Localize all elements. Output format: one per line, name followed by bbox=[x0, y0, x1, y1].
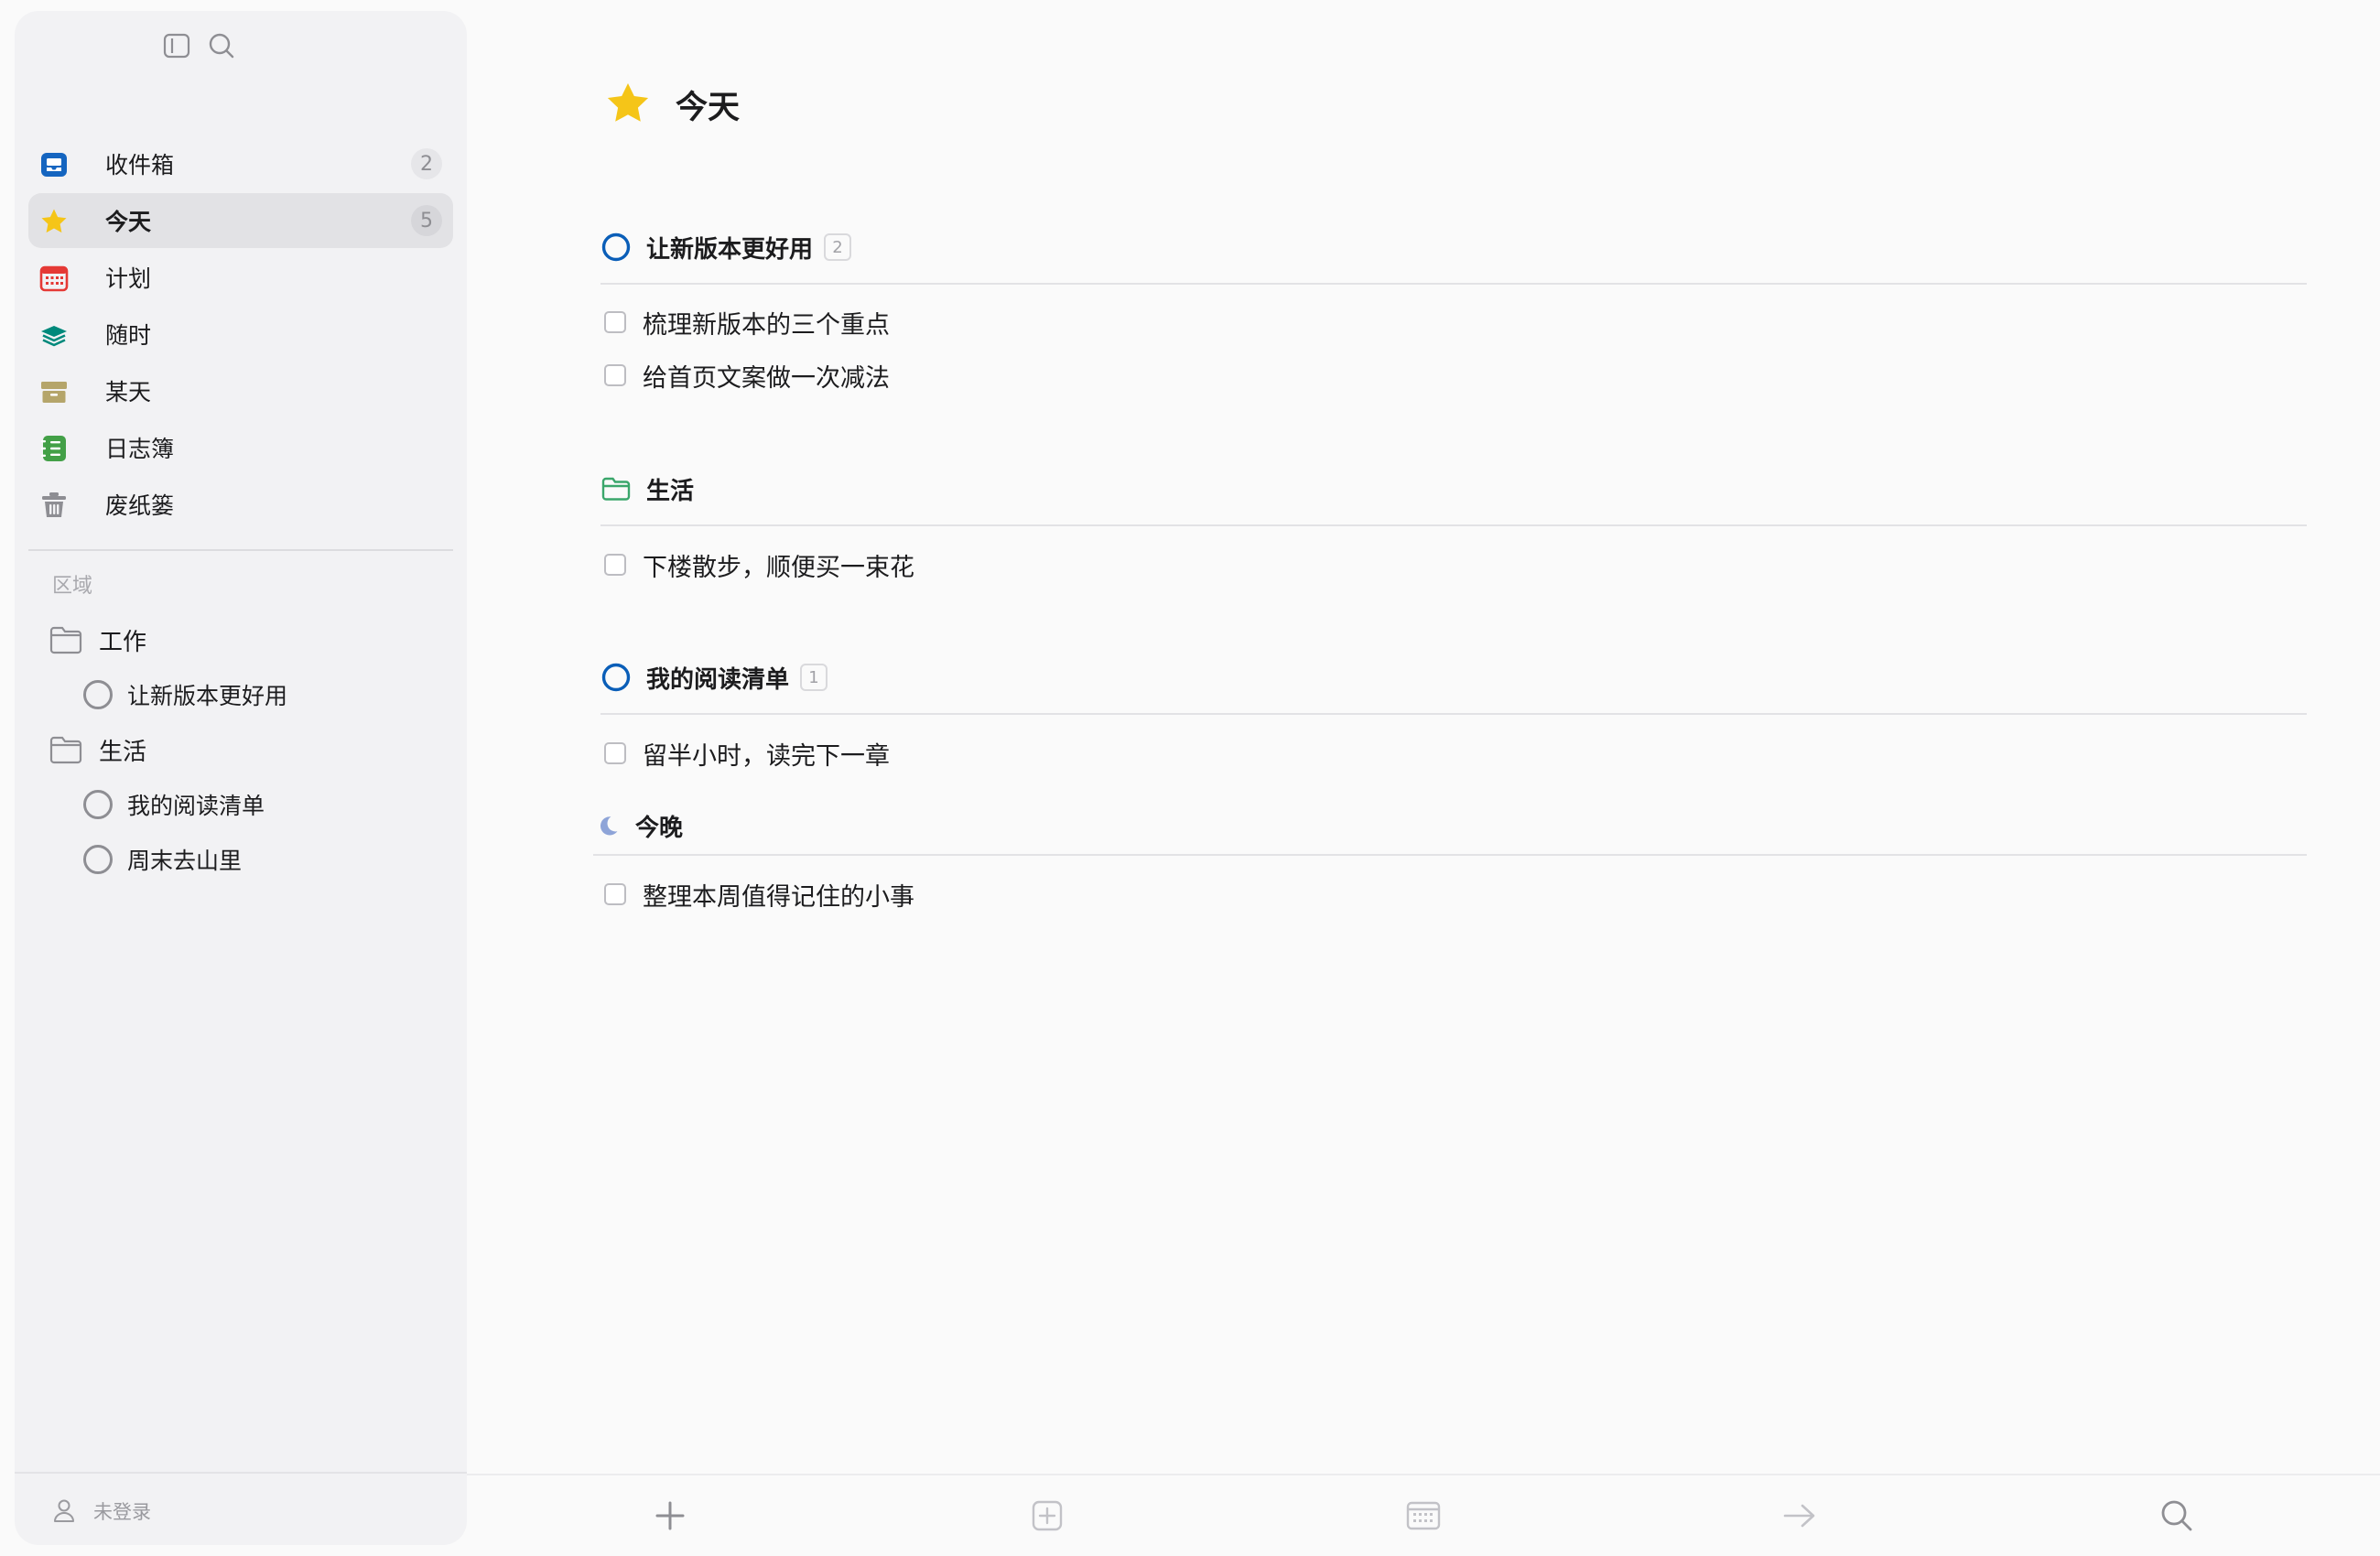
count-badge: 1 bbox=[800, 664, 828, 691]
section-header-project[interactable]: 让新版本更好用 2 bbox=[600, 227, 852, 267]
task-item[interactable]: 梳理新版本的三个重点 bbox=[604, 304, 890, 340]
search-icon bbox=[209, 33, 234, 59]
sidebar-item-trash[interactable]: 废纸篓 bbox=[28, 477, 453, 532]
page-title-text: 今天 bbox=[676, 89, 741, 126]
page-title: 今天 bbox=[604, 79, 740, 130]
sidebar-item-label: 计划 bbox=[105, 265, 152, 292]
sidebar-item-label: 随时 bbox=[105, 322, 152, 349]
sidebar-toggle-button[interactable] bbox=[158, 27, 195, 64]
inbox-icon bbox=[41, 153, 67, 177]
calendar-icon bbox=[39, 265, 69, 292]
task-title: 给首页文案做一次减法 bbox=[643, 363, 890, 393]
move-button[interactable] bbox=[1778, 1494, 1822, 1538]
task-checkbox[interactable] bbox=[604, 554, 626, 576]
task-checkbox[interactable] bbox=[604, 364, 626, 386]
sidebar-divider bbox=[28, 549, 453, 551]
quick-find-button[interactable] bbox=[2155, 1494, 2199, 1538]
sidebar-project-new-version[interactable]: 让新版本更好用 bbox=[81, 673, 287, 717]
folder-icon bbox=[601, 477, 631, 501]
section-title: 让新版本更好用 bbox=[646, 235, 814, 264]
project-ring-icon bbox=[83, 680, 113, 709]
sidebar-item-inbox[interactable]: 收件箱 2 bbox=[28, 136, 453, 191]
add-box-icon bbox=[1032, 1500, 1063, 1531]
task-item[interactable]: 给首页文案做一次减法 bbox=[604, 357, 890, 394]
folder-icon bbox=[49, 736, 82, 764]
arrow-right-icon bbox=[1783, 1504, 1815, 1528]
sidebar-item-logbook[interactable]: 日志簿 bbox=[28, 420, 453, 475]
task-checkbox[interactable] bbox=[604, 742, 626, 764]
section-title: 今晚 bbox=[635, 814, 684, 842]
section-divider bbox=[593, 854, 2307, 856]
project-ring-icon bbox=[83, 845, 113, 874]
count-badge: 2 bbox=[411, 148, 442, 179]
moon-icon bbox=[600, 816, 618, 836]
trash-icon bbox=[42, 492, 66, 517]
sidebar-nav: 收件箱 2 今天 5 计划 随时 某天 日志簿 废纸篓 bbox=[28, 136, 453, 534]
task-item[interactable]: 整理本周值得记住的小事 bbox=[604, 876, 914, 913]
section-title: 我的阅读清单 bbox=[646, 665, 790, 694]
user-icon bbox=[54, 1499, 74, 1522]
login-status: 未登录 bbox=[93, 1501, 151, 1523]
sidebar-item-label: 收件箱 bbox=[105, 152, 175, 178]
section-title: 生活 bbox=[646, 477, 695, 505]
task-title: 梳理新版本的三个重点 bbox=[643, 310, 890, 340]
count-badge: 2 bbox=[824, 233, 852, 261]
task-title: 下楼散步，顺便买一束花 bbox=[643, 553, 914, 582]
sidebar-item-label: 今天 bbox=[105, 209, 152, 235]
task-title: 留半小时，读完下一章 bbox=[643, 741, 890, 771]
schedule-button[interactable] bbox=[1401, 1494, 1445, 1538]
sidebar-item-anytime[interactable]: 随时 bbox=[28, 307, 453, 362]
area-label: 工作 bbox=[99, 628, 147, 656]
sidebar-project-reading-list[interactable]: 我的阅读清单 bbox=[81, 783, 265, 827]
section-header-area[interactable]: 生活 bbox=[600, 469, 694, 509]
sidebar-item-label: 日志簿 bbox=[105, 436, 175, 462]
new-task-button[interactable] bbox=[648, 1494, 692, 1538]
section-divider bbox=[600, 283, 2307, 285]
task-title: 整理本周值得记住的小事 bbox=[643, 882, 914, 912]
sidebar-area-life[interactable]: 生活 bbox=[49, 728, 146, 772]
project-label: 周末去山里 bbox=[127, 848, 243, 874]
project-label: 让新版本更好用 bbox=[127, 683, 288, 709]
logbook-icon bbox=[41, 436, 66, 461]
project-label: 我的阅读清单 bbox=[127, 793, 265, 819]
sidebar-item-label: 废纸篓 bbox=[105, 492, 175, 519]
sidebar-toolbar bbox=[15, 11, 467, 84]
areas-header: 区域 bbox=[52, 575, 93, 598]
sidebar-area-work[interactable]: 工作 bbox=[49, 618, 146, 662]
section-header-project[interactable]: 我的阅读清单 1 bbox=[600, 657, 828, 697]
calendar-icon bbox=[1406, 1501, 1441, 1530]
sidebar-item-someday[interactable]: 某天 bbox=[28, 363, 453, 418]
sidebar-project-weekend-mountain[interactable]: 周末去山里 bbox=[81, 837, 242, 881]
sidebar-footer[interactable]: 未登录 bbox=[15, 1472, 467, 1545]
section-divider bbox=[600, 524, 2307, 526]
sidebar-item-label: 某天 bbox=[105, 379, 152, 405]
task-checkbox[interactable] bbox=[604, 883, 626, 905]
count-badge: 5 bbox=[411, 205, 442, 236]
bottom-toolbar bbox=[467, 1474, 2380, 1556]
task-checkbox[interactable] bbox=[604, 311, 626, 333]
task-item[interactable]: 留半小时，读完下一章 bbox=[604, 735, 890, 772]
area-label: 生活 bbox=[99, 738, 147, 766]
sidebar-item-today[interactable]: 今天 5 bbox=[28, 193, 453, 248]
sidebar-toggle-icon bbox=[163, 33, 190, 59]
project-ring-icon bbox=[83, 790, 113, 819]
sidebar-item-upcoming[interactable]: 计划 bbox=[28, 250, 453, 305]
project-ring-icon bbox=[601, 232, 631, 262]
sidebar-search-button[interactable] bbox=[203, 27, 240, 64]
new-heading-button[interactable] bbox=[1025, 1494, 1069, 1538]
archive-box-icon bbox=[41, 382, 67, 403]
sidebar: 收件箱 2 今天 5 计划 随时 某天 日志簿 废纸篓 区域 工作 让新版本更好… bbox=[15, 11, 467, 1545]
star-icon bbox=[607, 83, 649, 122]
search-icon bbox=[2161, 1500, 2192, 1531]
section-divider bbox=[600, 713, 2307, 715]
star-icon bbox=[41, 209, 67, 233]
layers-icon bbox=[41, 326, 67, 347]
task-item[interactable]: 下楼散步，顺便买一束花 bbox=[604, 546, 914, 583]
project-ring-icon bbox=[601, 663, 631, 692]
folder-icon bbox=[49, 626, 82, 654]
section-header-evening: 今晚 bbox=[593, 805, 683, 846]
plus-icon bbox=[655, 1501, 685, 1530]
